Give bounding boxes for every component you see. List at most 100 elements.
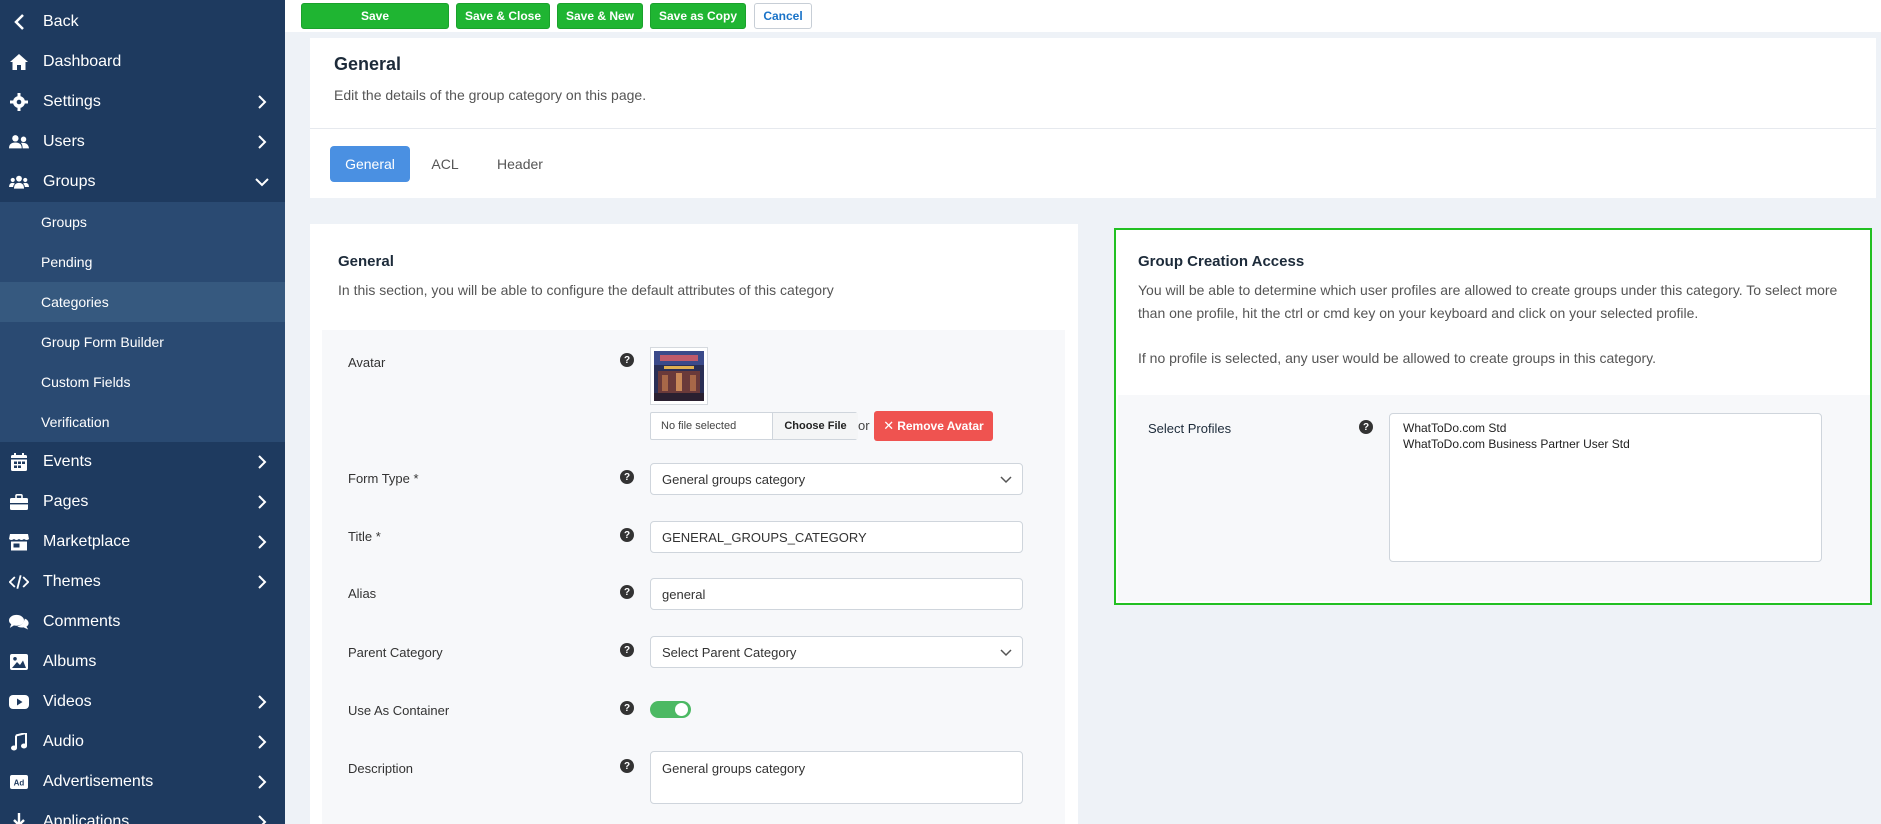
alias-input[interactable]: general (650, 578, 1023, 610)
title-input[interactable]: GENERAL_GROUPS_CATEGORY (650, 521, 1023, 553)
sidebar-item-albums[interactable]: Albums (0, 642, 285, 682)
sidebar-item-label: Audio (43, 733, 84, 750)
sidebar-item-users[interactable]: Users (0, 122, 285, 162)
image-icon (9, 652, 29, 672)
sidebar-item-label: Advertisements (43, 773, 154, 790)
form-type-label: Form Type * (348, 471, 419, 486)
help-icon[interactable]: ? (620, 759, 634, 773)
access-title: Group Creation Access (1138, 253, 1305, 270)
sidebar-item-settings[interactable]: Settings (0, 82, 285, 122)
access-description: You will be able to determine which user… (1138, 282, 1838, 321)
sidebar-item-applications[interactable]: Applications (0, 802, 285, 824)
submenu-item-groups[interactable]: Groups (0, 202, 285, 242)
file-status-text: No file selected (661, 420, 737, 432)
chevron-right-icon (254, 774, 270, 790)
help-icon[interactable]: ? (620, 701, 634, 715)
help-icon[interactable]: ? (620, 528, 634, 542)
chevron-right-icon (254, 534, 270, 550)
sidebar-item-label: Themes (43, 573, 101, 590)
submenu-item-verification[interactable]: Verification (0, 402, 285, 442)
sidebar-item-label: Comments (43, 613, 121, 630)
submenu-item-categories[interactable]: Categories (0, 282, 285, 322)
page-subtitle: Edit the details of the group category o… (334, 87, 647, 103)
select-profiles-label: Select Profiles (1148, 421, 1232, 436)
chevron-left-icon (9, 12, 29, 32)
submenu-item-custom-fields[interactable]: Custom Fields (0, 362, 285, 402)
chevron-right-icon (254, 734, 270, 750)
alias-label: Alias (348, 586, 377, 601)
video-icon (9, 692, 29, 712)
sidebar-item-marketplace[interactable]: Marketplace (0, 522, 285, 562)
sidebar-item-label: Users (43, 133, 85, 150)
chevron-down-icon (254, 174, 270, 190)
home-icon (9, 52, 29, 72)
sidebar-item-label: Settings (43, 93, 101, 110)
sidebar-item-advertisements[interactable]: Ad Advertisements (0, 762, 285, 802)
access-note: If no profile is selected, any user woul… (1138, 350, 1657, 366)
parent-category-select[interactable]: Select Parent Category (650, 636, 1023, 668)
parent-category-value: Select Parent Category (662, 644, 797, 660)
chevron-down-icon (1000, 645, 1012, 660)
tab-header[interactable]: Header (490, 146, 550, 182)
choose-file-button[interactable]: Choose File (772, 413, 858, 439)
tab-acl[interactable]: ACL (425, 146, 465, 182)
general-section-title: General (338, 253, 394, 270)
users-icon (9, 132, 29, 152)
help-icon[interactable]: ? (1359, 420, 1373, 434)
save-close-button[interactable]: Save & Close (456, 3, 550, 29)
avatar-label: Avatar (348, 355, 386, 370)
chevron-right-icon (254, 134, 270, 150)
sidebar: Back Dashboard Settings Users Groups Gro… (0, 0, 285, 824)
back-label: Back (43, 13, 79, 30)
sidebar-item-videos[interactable]: Videos (0, 682, 285, 722)
profile-option[interactable]: WhatToDo.com Std (1403, 420, 1808, 436)
form-type-select[interactable]: General groups category (650, 463, 1023, 495)
sidebar-item-label: Dashboard (43, 53, 122, 70)
cancel-button[interactable]: Cancel (754, 3, 812, 29)
submenu-item-pending[interactable]: Pending (0, 242, 285, 282)
save-new-button[interactable]: Save & New (557, 3, 643, 29)
store-icon (9, 532, 29, 552)
sidebar-item-label: Applications (43, 813, 130, 824)
code-icon (9, 572, 29, 592)
profiles-multiselect[interactable]: WhatToDo.com Std WhatToDo.com Business P… (1389, 413, 1822, 562)
tab-general[interactable]: General (330, 146, 410, 182)
header-divider (310, 128, 1876, 129)
description-textarea[interactable]: General groups category (650, 751, 1023, 804)
sidebar-item-label: Groups (43, 173, 96, 190)
sidebar-item-label: Events (43, 453, 92, 470)
chevron-down-icon (1000, 472, 1012, 487)
sidebar-item-events[interactable]: Events (0, 442, 285, 482)
chevron-right-icon (254, 494, 270, 510)
avatar-image (650, 347, 708, 405)
help-icon[interactable]: ? (620, 643, 634, 657)
use-as-container-toggle[interactable] (650, 701, 691, 718)
remove-avatar-button[interactable]: ✕ Remove Avatar (874, 411, 993, 441)
save-copy-button[interactable]: Save as Copy (650, 3, 746, 29)
form-type-value: General groups category (662, 471, 806, 487)
chevron-right-icon (254, 694, 270, 710)
profile-option[interactable]: WhatToDo.com Business Partner User Std (1403, 436, 1808, 452)
briefcase-icon (9, 492, 29, 512)
sidebar-item-dashboard[interactable]: Dashboard (0, 42, 285, 82)
ad-icon: Ad (9, 772, 29, 792)
help-icon[interactable]: ? (620, 353, 634, 367)
back-link[interactable]: Back (0, 2, 285, 42)
sidebar-item-pages[interactable]: Pages (0, 482, 285, 522)
sidebar-item-audio[interactable]: Audio (0, 722, 285, 762)
sidebar-item-label: Pages (43, 493, 89, 510)
sidebar-item-label: Marketplace (43, 533, 131, 550)
save-button[interactable]: Save (301, 3, 449, 29)
sidebar-item-comments[interactable]: Comments (0, 602, 285, 642)
submenu-item-group-form-builder[interactable]: Group Form Builder (0, 322, 285, 362)
page-title: General (334, 54, 402, 74)
music-icon (9, 732, 29, 752)
help-icon[interactable]: ? (620, 585, 634, 599)
sidebar-item-groups[interactable]: Groups (0, 162, 285, 202)
help-icon[interactable]: ? (620, 470, 634, 484)
file-input[interactable]: No file selected Choose File (650, 412, 858, 440)
sidebar-item-label: Albums (43, 653, 97, 670)
toggle-knob (675, 703, 688, 716)
sidebar-item-themes[interactable]: Themes (0, 562, 285, 602)
or-text: or (858, 418, 870, 433)
